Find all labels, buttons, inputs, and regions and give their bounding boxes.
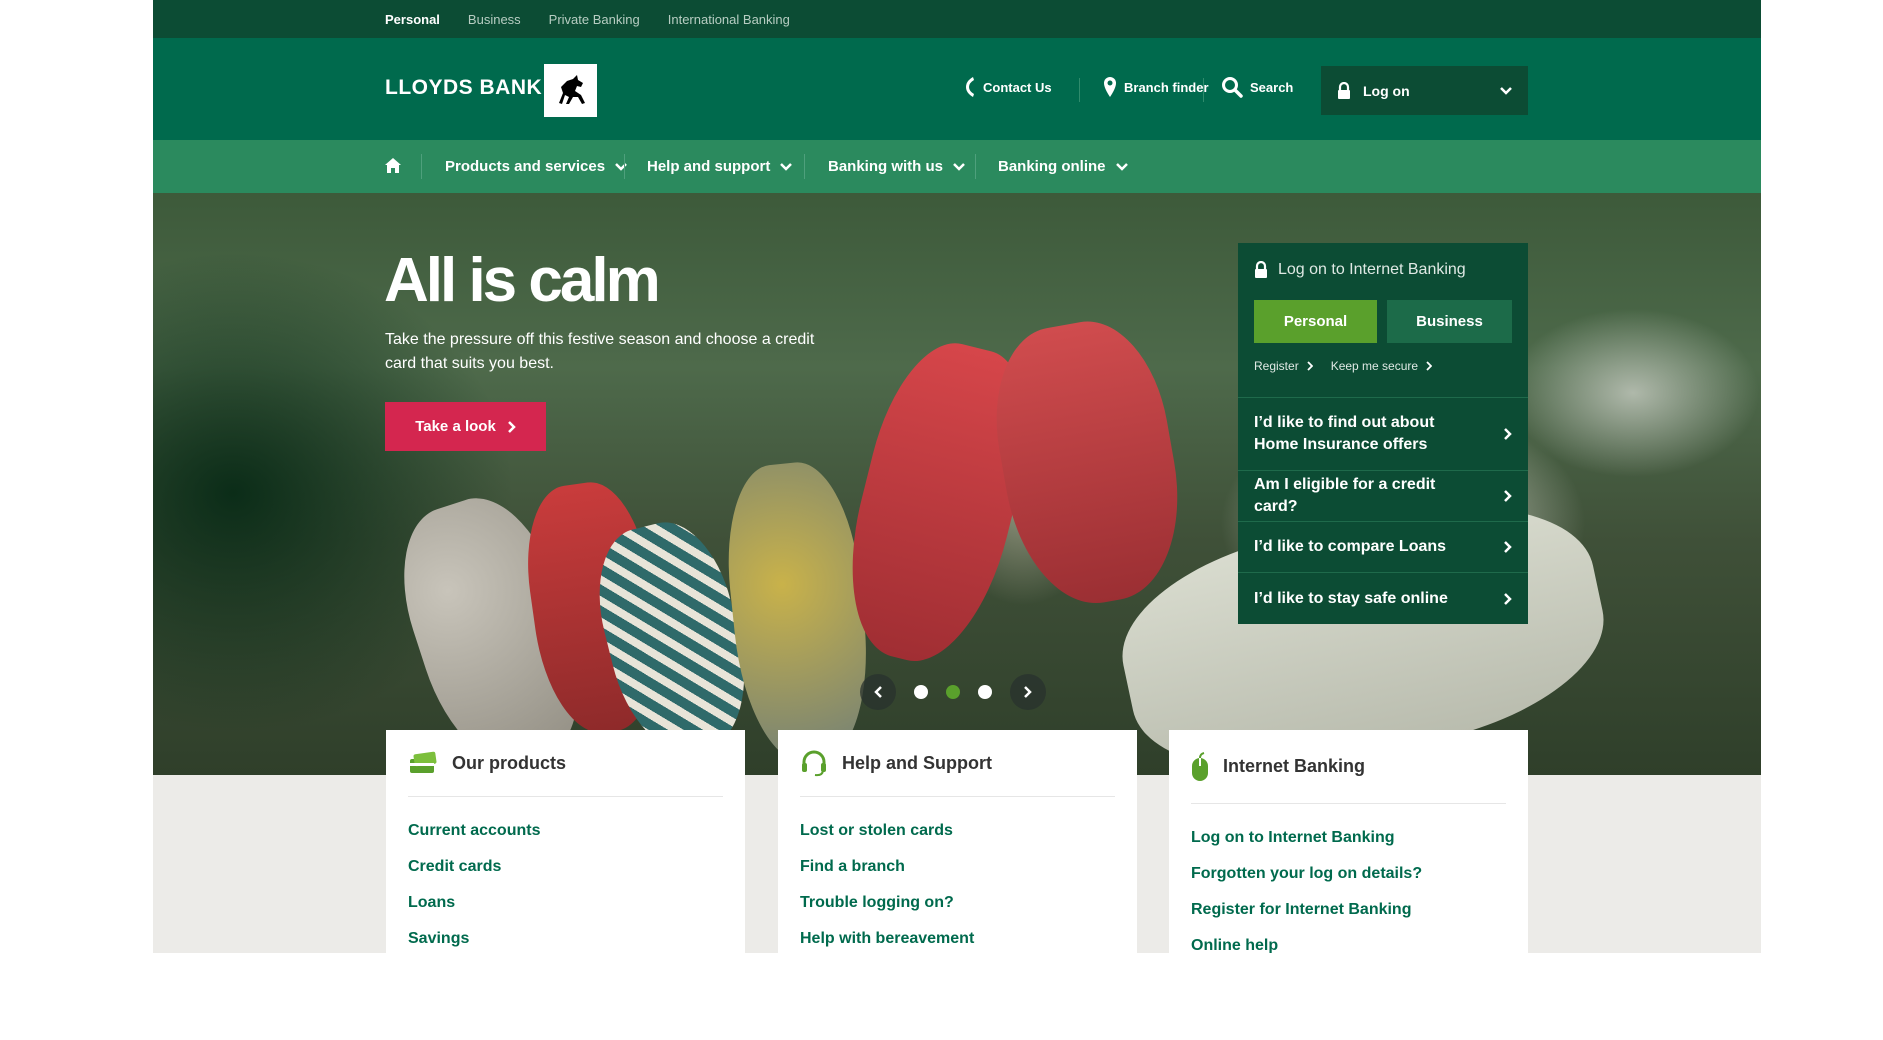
card-header: Internet Banking [1191,730,1506,804]
link-register-for-internet-banking[interactable]: Register for Internet Banking [1191,892,1506,928]
chevron-right-icon [1504,541,1512,553]
headset-icon [802,750,826,777]
keep-me-secure-label: Keep me secure [1330,359,1419,373]
audience-link-business[interactable]: Business [468,12,521,27]
contact-us-link[interactable]: Contact Us [964,76,1052,98]
lock-icon [1338,81,1350,99]
nav-label: Help and support [647,158,771,175]
log-on-label: Log on [1363,82,1410,99]
chevron-right-icon [1426,361,1433,371]
carousel-prev-button[interactable] [860,674,896,710]
main-nav: Products and services Help and support B… [153,140,1761,193]
question-home-insurance[interactable]: I’d like to find out about Home Insuranc… [1238,397,1528,470]
chevron-right-icon [1307,361,1313,371]
carousel-dot-1[interactable] [914,685,928,699]
panel-heading: Log on to Internet Banking [1254,261,1466,279]
search-icon [1222,77,1243,98]
carousel-next-button[interactable] [1010,674,1046,710]
link-savings[interactable]: Savings [408,921,723,953]
chevron-down-icon [1115,162,1128,171]
black-horse-logo-icon[interactable] [544,64,597,117]
audience-bar: Personal Business Private Banking Intern… [153,0,1761,38]
link-trouble-logging-on[interactable]: Trouble logging on? [800,885,1115,921]
branch-finder-link[interactable]: Branch finder [1103,76,1209,98]
contact-us-label: Contact Us [983,79,1052,95]
map-pin-icon [1104,77,1116,97]
keep-me-secure-link[interactable]: Keep me secure [1330,359,1433,373]
chevron-down-icon [953,162,965,171]
link-find-a-branch[interactable]: Find a branch [800,849,1115,885]
link-online-help[interactable]: Online help [1191,928,1506,953]
question-credit-card-eligibility[interactable]: Am I eligible for a credit card? [1238,470,1528,521]
question-label: I’d like to stay safe online [1254,589,1448,607]
lock-icon [1255,261,1267,278]
home-icon[interactable] [384,157,402,179]
chevron-right-icon [1504,592,1512,605]
chevron-left-icon [874,686,882,698]
phone-icon [966,77,974,97]
question-compare-loans[interactable]: I’d like to compare Loans [1238,521,1528,572]
chevron-right-icon [507,420,516,433]
nav-banking-online[interactable]: Banking online [998,140,1128,193]
chevron-down-icon [615,162,627,171]
audience-link-international-banking[interactable]: International Banking [668,12,790,27]
link-help-with-bereavement[interactable]: Help with bereavement [800,921,1115,953]
help-and-support-card: Help and Support Lost or stolen cards Fi… [778,730,1137,953]
our-products-card: Our products Current accounts Credit car… [386,730,745,953]
register-label: Register [1254,359,1299,373]
logon-panel: Log on to Internet Banking Personal Busi… [1238,243,1528,624]
chevron-right-icon [1504,490,1512,502]
hero-subtitle: Take the pressure off this festive seaso… [385,331,815,372]
nav-label: Products and services [445,158,606,175]
question-stay-safe-online[interactable]: I’d like to stay safe online [1238,572,1528,624]
link-loans[interactable]: Loans [408,885,723,921]
nav-banking-with-us[interactable]: Banking with us [828,140,965,193]
carousel-dot-2[interactable] [946,685,960,699]
hero-title: All is calm [384,246,661,315]
site-header: LLOYDS BANK Contact Us Branch finder Sea… [153,38,1761,140]
nav-label: Banking with us [828,158,944,175]
cards-icon [410,751,437,773]
chevron-right-icon [1504,428,1512,440]
audience-link-private-banking[interactable]: Private Banking [549,12,640,27]
audience-link-personal[interactable]: Personal [385,12,440,27]
nav-products-and-services[interactable]: Products and services [445,140,627,193]
business-logon-button[interactable]: Business [1387,300,1512,343]
nav-label: Banking online [998,158,1106,175]
search-label: Search [1250,79,1294,95]
internet-banking-card: Internet Banking Log on to Internet Bank… [1169,730,1528,953]
question-label: I’d like to compare Loans [1254,538,1447,555]
question-label: I’d like to find out about Home Insuranc… [1254,414,1435,453]
link-credit-cards[interactable]: Credit cards [408,849,723,885]
chevron-down-icon [1500,86,1512,95]
question-label: Am I eligible for a credit card? [1254,476,1436,515]
link-lost-or-stolen-cards[interactable]: Lost or stolen cards [800,813,1115,849]
card-title: Internet Banking [1223,756,1366,776]
quick-questions-list: I’d like to find out about Home Insuranc… [1238,397,1528,624]
link-log-on-to-internet-banking[interactable]: Log on to Internet Banking [1191,820,1506,856]
log-on-dropdown[interactable]: Log on [1321,66,1528,115]
link-forgotten-log-on-details[interactable]: Forgotten your log on details? [1191,856,1506,892]
chevron-down-icon [780,162,793,171]
search-link[interactable]: Search [1221,76,1293,98]
branch-finder-label: Branch finder [1124,79,1209,95]
nav-help-and-support[interactable]: Help and support [647,140,793,193]
panel-links: Register Keep me secure [1254,359,1433,373]
register-link[interactable]: Register [1254,359,1313,373]
card-title: Our products [452,752,567,773]
mouse-icon [1192,751,1208,781]
carousel-dot-3[interactable] [978,685,992,699]
personal-logon-button[interactable]: Personal [1254,300,1377,343]
chevron-right-icon [1024,686,1032,698]
carousel-controls [860,674,1046,710]
card-title: Help and Support [842,752,992,773]
panel-title: Log on to Internet Banking [1278,261,1466,278]
link-current-accounts[interactable]: Current accounts [408,813,723,849]
brand-name[interactable]: LLOYDS BANK [385,76,542,100]
card-header: Our products [408,730,723,797]
take-a-look-button[interactable]: Take a look [385,402,546,451]
lloyds-bank-homepage: Personal Business Private Banking Intern… [153,0,1761,953]
take-a-look-label: Take a look [415,418,496,435]
card-header: Help and Support [800,730,1115,797]
